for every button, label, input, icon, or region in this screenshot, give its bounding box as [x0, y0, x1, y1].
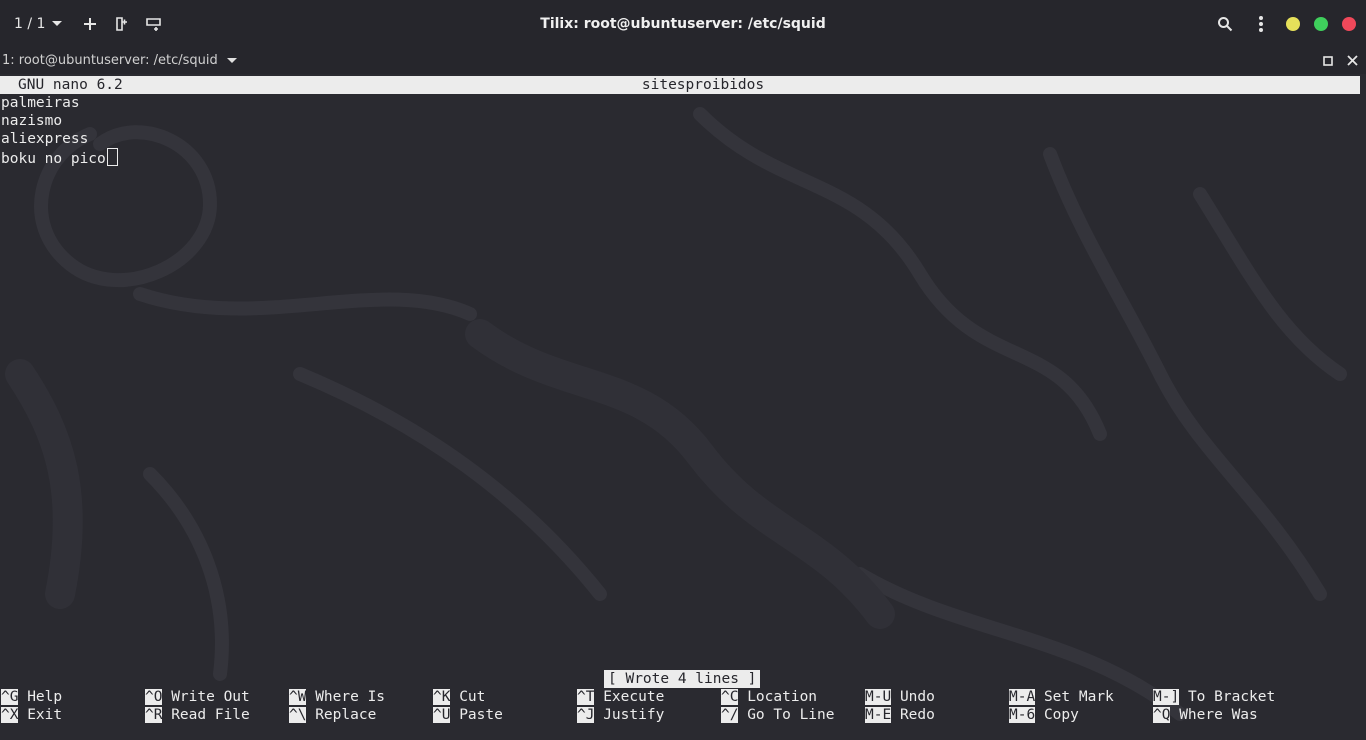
close-icon — [1347, 55, 1358, 66]
shortcut-key: ^G — [1, 689, 19, 705]
split-down-icon — [146, 17, 162, 31]
file-line: palmeiras — [1, 95, 80, 111]
shortcut-key: ^J — [577, 707, 595, 723]
session-switcher[interactable]: 1 / 1 — [14, 16, 63, 32]
terminal-area[interactable]: GNU nano 6.2 sitesproibidos palmeiras na… — [0, 74, 1366, 740]
text-cursor — [106, 148, 118, 166]
shortcut-key: ^W — [289, 689, 307, 705]
terminal-controls — [1323, 47, 1358, 74]
add-terminal-down-button[interactable] — [143, 13, 165, 35]
file-line: aliexpress — [1, 131, 89, 147]
shortcut-label: Replace — [315, 707, 377, 723]
shortcut-justify[interactable]: ^J Justify — [577, 706, 664, 724]
shortcut-key: ^O — [145, 689, 163, 705]
file-content[interactable]: palmeiras nazismo aliexpress boku no pic… — [1, 94, 118, 167]
shortcut-key: M-U — [865, 689, 892, 705]
shortcut-where-was[interactable]: ^Q Where Was — [1153, 706, 1258, 724]
shortcut-label: Help — [27, 689, 63, 705]
shortcut-label: Set Mark — [1043, 689, 1114, 705]
window-title: Tilix: root@ubuntuserver: /etc/squid — [540, 15, 826, 32]
shortcut-key: ^U — [433, 707, 451, 723]
shortcut-to-bracket[interactable]: M-] To Bracket — [1153, 688, 1275, 706]
shortcut-exit[interactable]: ^X Exit — [1, 706, 62, 724]
shortcut-label: Go To Line — [747, 707, 835, 723]
shortcut-key: ^C — [721, 689, 739, 705]
shortcut-label: Paste — [459, 707, 503, 723]
shortcut-key: ^Q — [1153, 707, 1171, 723]
shortcut-key: ^R — [145, 707, 163, 723]
chevron-down-icon — [226, 57, 237, 63]
terminal-maximize-button[interactable] — [1323, 51, 1333, 70]
shortcut-label: Write Out — [171, 689, 250, 705]
shortcut-label: Read File — [171, 707, 250, 723]
shortcut-key: M-E — [865, 707, 892, 723]
file-line: nazismo — [1, 113, 63, 129]
shortcut-execute[interactable]: ^T Execute — [577, 688, 664, 706]
shortcut-undo[interactable]: M-U Undo — [865, 688, 935, 706]
terminal-close-button[interactable] — [1347, 51, 1358, 70]
shortcut-label: Justify — [603, 707, 665, 723]
search-icon — [1218, 16, 1233, 31]
shortcut-help[interactable]: ^G Help — [1, 688, 62, 706]
header-left-controls: 1 / 1 — [14, 0, 165, 47]
header-right-controls — [1214, 0, 1356, 47]
shortcut-key: M-A — [1009, 689, 1036, 705]
shortcut-cut[interactable]: ^K Cut — [433, 688, 485, 706]
file-line-cursor: boku no pico — [1, 148, 118, 167]
maximize-button[interactable] — [1314, 16, 1328, 31]
shortcut-key: ^X — [1, 707, 19, 723]
shortcut-key: ^K — [433, 689, 451, 705]
shortcut-label: Copy — [1043, 707, 1079, 723]
shortcut-label: Execute — [603, 689, 665, 705]
shortcut-write-out[interactable]: ^O Write Out — [145, 688, 250, 706]
window-header: 1 / 1 Tilix: root@ubuntuserver: /etc/squ… — [0, 0, 1366, 47]
shortcut-label: Location — [747, 689, 818, 705]
shortcut-label: Exit — [27, 707, 63, 723]
shortcut-key: ^\ — [289, 707, 307, 723]
plus-icon — [84, 17, 97, 30]
shortcut-set-mark[interactable]: M-A Set Mark — [1009, 688, 1114, 706]
nano-status-message: [ Wrote 4 lines ] — [604, 670, 761, 688]
shortcut-redo[interactable]: M-E Redo — [865, 706, 935, 724]
shortcut-label: To Bracket — [1187, 689, 1276, 705]
shortcut-label: Cut — [459, 689, 486, 705]
shortcut-label: Where Is — [315, 689, 386, 705]
shortcut-key: ^/ — [721, 707, 739, 723]
nano-filename: sitesproibidos — [641, 77, 765, 93]
terminal-title-dropdown[interactable]: 1: root@ubuntuserver: /etc/squid — [2, 47, 238, 74]
chevron-down-icon — [52, 20, 63, 26]
shortcut-read-file[interactable]: ^R Read File — [145, 706, 250, 724]
kebab-menu-icon — [1259, 15, 1263, 32]
shortcut-key: M-] — [1153, 689, 1180, 705]
search-button[interactable] — [1214, 13, 1236, 35]
add-session-button[interactable] — [79, 13, 101, 35]
menu-button[interactable] — [1250, 13, 1272, 35]
nano-title-bar: GNU nano 6.2 sitesproibidos — [0, 76, 1360, 94]
shortcut-key: ^T — [577, 689, 595, 705]
shortcut-location[interactable]: ^C Location — [721, 688, 817, 706]
background-dragon-art — [5, 107, 1347, 721]
shortcut-copy[interactable]: M-6 Copy — [1009, 706, 1079, 724]
maximize-icon — [1323, 56, 1333, 66]
close-button[interactable] — [1342, 16, 1356, 31]
file-line: boku no pico — [1, 151, 106, 167]
terminal-title: 1: root@ubuntuserver: /etc/squid — [2, 53, 218, 68]
session-count: 1 / 1 — [14, 15, 46, 32]
split-right-icon — [116, 16, 128, 31]
shortcut-where-is[interactable]: ^W Where Is — [289, 688, 385, 706]
shortcut-replace[interactable]: ^\ Replace — [289, 706, 376, 724]
add-terminal-right-button[interactable] — [111, 13, 133, 35]
shortcut-label: Redo — [899, 707, 935, 723]
shortcut-go-to-line[interactable]: ^/ Go To Line — [721, 706, 835, 724]
shortcut-label: Where Was — [1179, 707, 1258, 723]
shortcut-label: Undo — [899, 689, 935, 705]
terminal-title-bar: 1: root@ubuntuserver: /etc/squid — [0, 47, 1366, 74]
shortcut-paste[interactable]: ^U Paste — [433, 706, 503, 724]
shortcut-key: M-6 — [1009, 707, 1036, 723]
minimize-button[interactable] — [1286, 16, 1300, 31]
